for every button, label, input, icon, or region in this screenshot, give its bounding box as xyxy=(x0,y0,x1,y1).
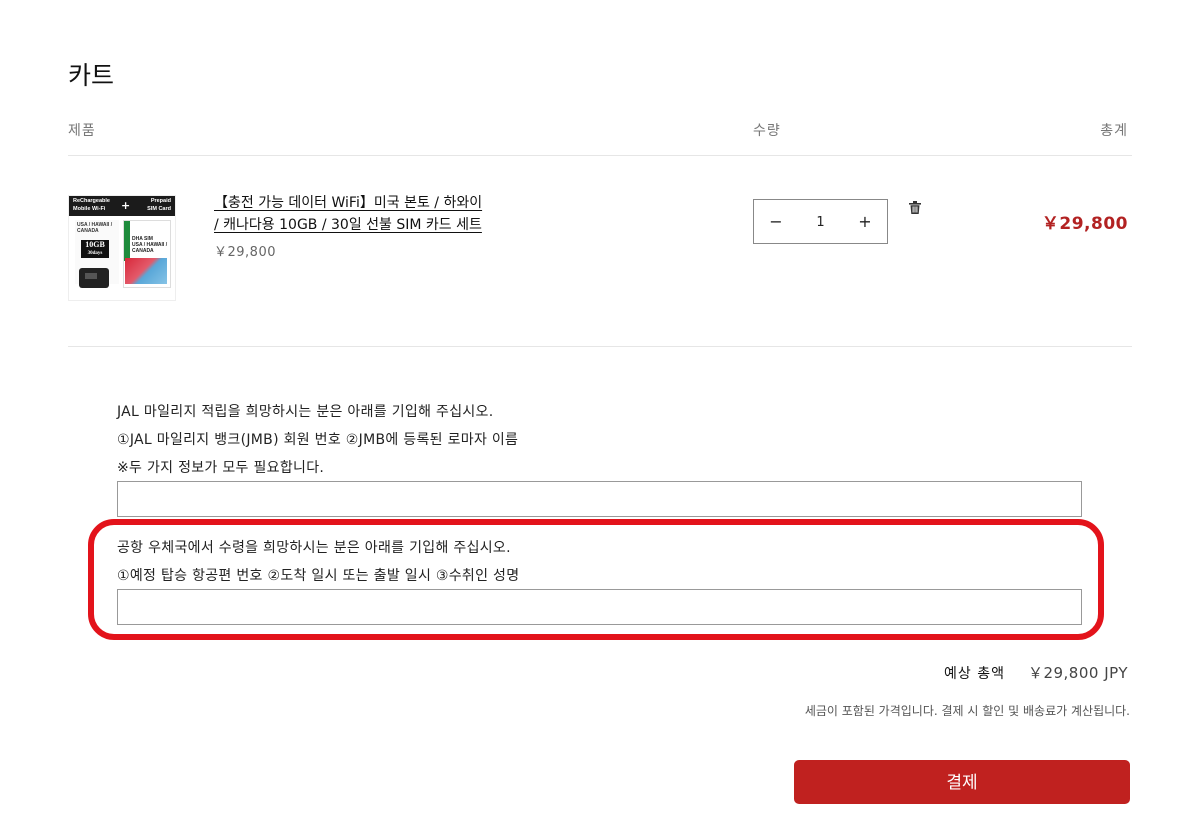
estimated-total-label: 예상 총액 xyxy=(944,666,1005,682)
column-header-total: 총계 xyxy=(1100,123,1128,139)
highlight-annotation xyxy=(88,519,1104,640)
checkout-button[interactable]: 결제 xyxy=(794,760,1130,804)
jal-mileage-input[interactable] xyxy=(117,481,1082,517)
image-sim-text: DHA SIM USA / HAWAII / CANADA xyxy=(132,236,168,254)
image-region-text: USA / HAWAII / CANADA xyxy=(77,222,113,234)
image-capacity-text: 10GB xyxy=(85,240,105,249)
image-capacity: 10GB 30days xyxy=(81,240,109,258)
jal-note-line1: JAL 마일리지 적립을 희망하시는 분은 아래를 기입해 주십시오. xyxy=(117,404,494,420)
image-sim-stripe xyxy=(124,221,130,261)
product-unit-price: ￥29,800 xyxy=(214,245,276,260)
image-banner-right-text: Prepaid SIM Card xyxy=(147,198,171,212)
image-banner-left-text: ReChargeable Mobile Wi-Fi xyxy=(73,198,110,212)
quantity-stepper: − 1 + xyxy=(753,199,888,244)
quantity-value[interactable]: 1 xyxy=(794,200,847,243)
estimated-total-value: ￥29,800 JPY xyxy=(1027,664,1128,682)
jal-mileage-instructions: JAL 마일리지 적립을 희망하시는 분은 아래를 기입해 주십시오. ①JAL… xyxy=(117,398,518,482)
increase-quantity-button[interactable]: + xyxy=(845,200,885,243)
trash-icon[interactable] xyxy=(909,199,921,214)
decrease-quantity-button[interactable]: − xyxy=(756,200,796,243)
product-name-line2: / 캐나다용 10GB / 30일 선불 SIM 카드 세트 xyxy=(214,217,482,233)
line-total-price: ￥29,800 xyxy=(1041,214,1128,234)
product-name-link[interactable]: 【충전 가능 데이터 WiFi】미국 본토 / 하와이 / 캐나다용 10GB … xyxy=(214,192,514,236)
product-image[interactable]: ReChargeable Mobile Wi-Fi + Prepaid SIM … xyxy=(68,195,176,301)
image-plus: + xyxy=(121,199,131,212)
column-header-quantity: 수량 xyxy=(753,123,781,139)
image-sim-photo xyxy=(125,258,167,284)
page-title: 카트 xyxy=(68,61,115,90)
jal-note-line3: ※두 가지 정보가 모두 필요합니다. xyxy=(117,460,325,476)
jal-note-line2: ①JAL 마일리지 뱅크(JMB) 회원 번호 ②JMB에 등록된 로마자 이름 xyxy=(117,432,519,448)
tax-note: 세금이 포함된 가격입니다. 결제 시 할인 및 배송료가 계산됩니다. xyxy=(804,704,1130,718)
header-divider xyxy=(68,155,1132,156)
image-router xyxy=(79,268,109,288)
column-header-product: 제품 xyxy=(68,123,96,139)
product-name-line1: 【충전 가능 데이터 WiFi】미국 본토 / 하와이 xyxy=(214,195,483,211)
item-divider xyxy=(68,346,1132,347)
image-days-text: 30days xyxy=(87,251,103,256)
